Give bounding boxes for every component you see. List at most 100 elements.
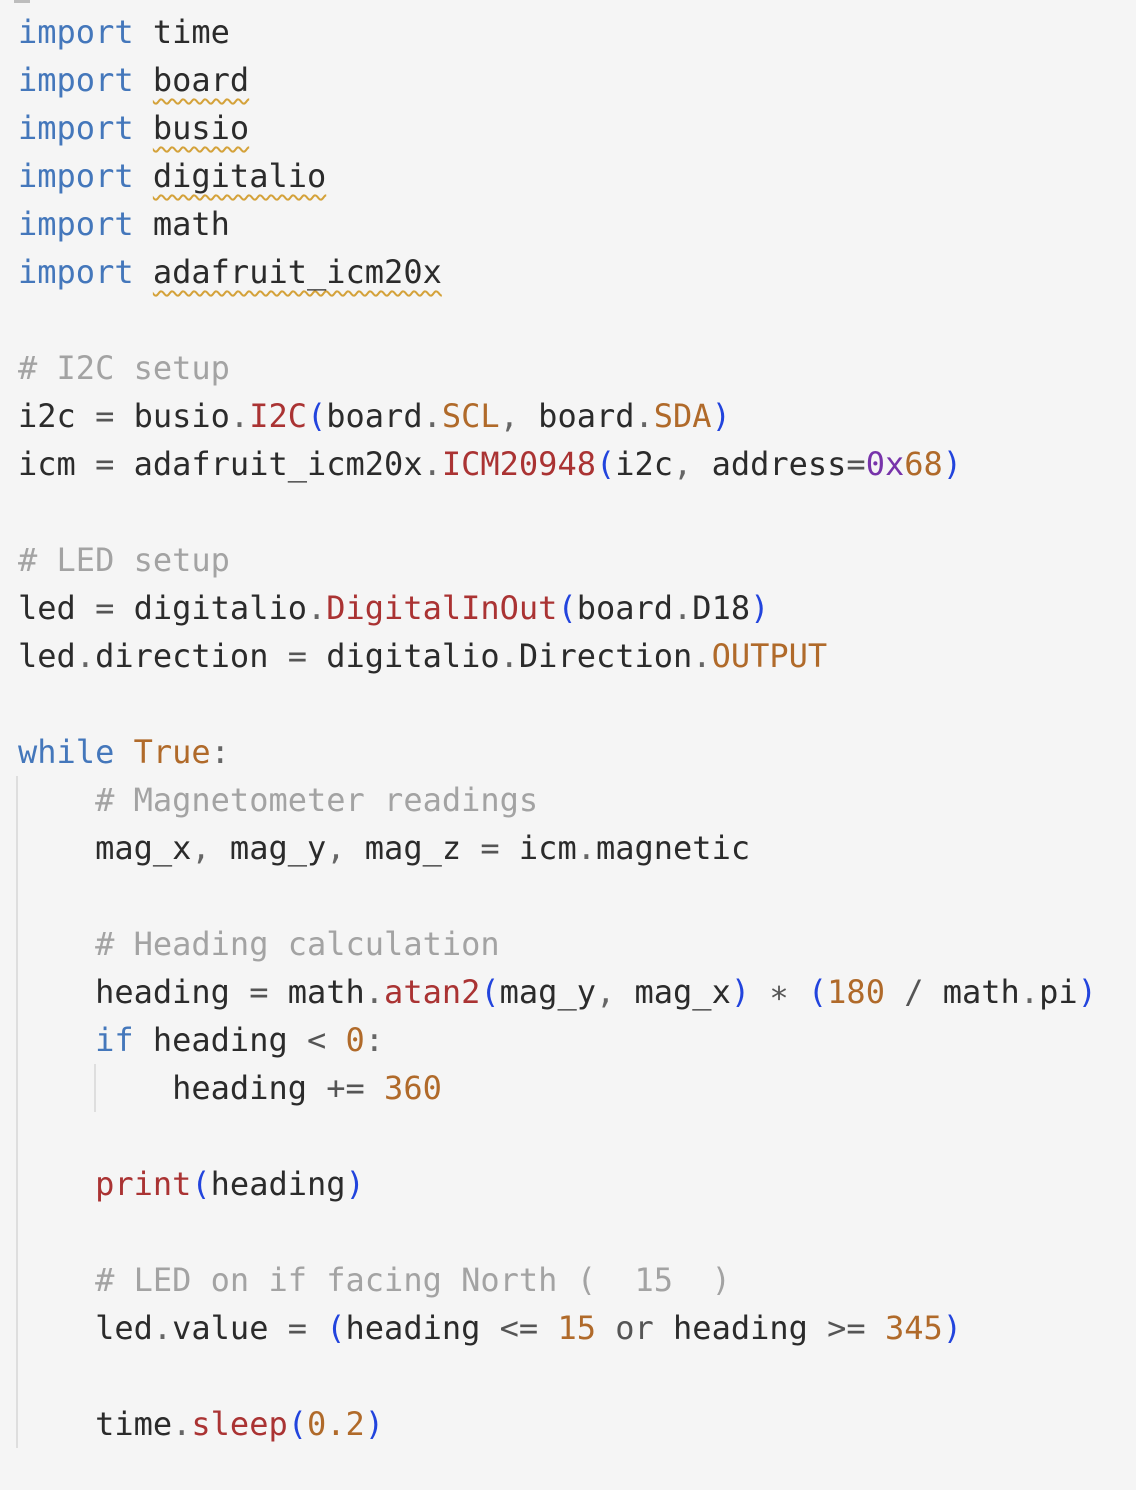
code-token: pi [1039, 973, 1078, 1011]
code-token: 0.2 [306, 1405, 365, 1443]
code-token: heading [133, 1021, 307, 1059]
code-line[interactable]: i2c = busio.I2C(board.SCL, board.SDA) [18, 392, 731, 440]
code-token: ( [326, 1309, 346, 1347]
code-token: 15 [557, 1309, 596, 1347]
code-token: = [480, 829, 500, 867]
code-token: SCL [441, 397, 500, 435]
code-token: heading [345, 1309, 500, 1347]
code-token: atan2 [384, 973, 481, 1011]
code-token: . [306, 589, 327, 627]
code-line[interactable]: led.value = (heading <= 15 or heading >=… [18, 1304, 962, 1352]
code-line[interactable]: # Magnetometer readings [18, 776, 538, 824]
code-line[interactable]: import board [18, 56, 249, 104]
code-line[interactable]: import time [18, 8, 230, 56]
code-token: ( [595, 445, 616, 483]
code-token: = [287, 637, 307, 675]
code-editor[interactable]: import time import board import busio impor… [0, 0, 1136, 1490]
code-line[interactable]: # I2C setup [18, 344, 230, 392]
code-token: = [95, 589, 115, 627]
code-token: mag_x [18, 829, 192, 867]
code-token: . [75, 637, 96, 675]
code-token: or [595, 1309, 674, 1347]
code-token: address [711, 445, 847, 483]
code-token: I2C [249, 397, 307, 435]
code-token: True [133, 733, 211, 771]
code-token: : [364, 1021, 385, 1059]
code-token: . [634, 397, 654, 435]
code-token: . [692, 637, 712, 675]
code-line[interactable]: print(heading) [18, 1160, 365, 1208]
code-line[interactable]: icm = adafruit_icm20x.ICM20948(i2c, addr… [18, 440, 962, 488]
code-token: digitalio [152, 157, 327, 195]
code-token: ) [1077, 973, 1097, 1011]
code-token: . [576, 829, 596, 867]
code-token: ( [557, 589, 577, 627]
code-token: mag_y [229, 829, 327, 867]
code-token: import [18, 61, 134, 99]
code-token: # Magnetometer readings [95, 781, 539, 819]
code-token: . [1019, 973, 1040, 1011]
code-token: import [18, 157, 134, 195]
code-line[interactable]: # LED on if facing North ( 15 ) [18, 1256, 731, 1304]
code-token: . [422, 397, 442, 435]
code-token: . [422, 445, 442, 483]
code-token: sleep [191, 1405, 288, 1443]
code-token: time [152, 13, 230, 51]
code-token: = [95, 397, 115, 435]
code-token: SDA [653, 397, 712, 435]
code-token: ) [750, 589, 770, 627]
code-token: heading [18, 1069, 327, 1107]
code-token: mag_x [634, 973, 731, 1011]
code-token: icm [499, 829, 577, 867]
code-line[interactable]: import math [18, 200, 230, 248]
code-line[interactable]: while True: [18, 728, 230, 776]
code-token: += [326, 1069, 365, 1107]
code-token: DigitalInOut [326, 589, 558, 627]
code-line[interactable]: # LED setup [18, 536, 230, 584]
code-token: math [268, 973, 365, 1011]
code-token: heading [673, 1309, 828, 1347]
code-line[interactable]: time.sleep(0.2) [18, 1400, 384, 1448]
code-token: 345 [884, 1309, 943, 1347]
code-token: import [18, 205, 134, 243]
code-line[interactable]: heading = math.atan2(mag_y, mag_x) ∗ (18… [18, 968, 1097, 1016]
code-token: led [18, 637, 76, 675]
code-line[interactable]: heading += 360 [18, 1064, 442, 1112]
code-token: ( [480, 973, 500, 1011]
code-line[interactable]: if heading < 0: [18, 1016, 384, 1064]
code-token: # I2C setup [18, 349, 230, 387]
code-token: , [326, 829, 365, 867]
code-line[interactable]: import busio [18, 104, 249, 152]
code-token: board [326, 397, 423, 435]
code-line[interactable]: mag_x, mag_y, mag_z = icm.magnetic [18, 824, 750, 872]
code-line[interactable]: # Heading calculation [18, 920, 500, 968]
code-token: 0 [345, 1021, 365, 1059]
code-token: , [673, 445, 712, 483]
code-line[interactable]: led = digitalio.DigitalInOut(board.D18) [18, 584, 769, 632]
code-token: digitalio [114, 589, 307, 627]
code-line[interactable]: import digitalio [18, 152, 326, 200]
code-token: board [152, 61, 250, 99]
code-token: . [229, 397, 250, 435]
code-token: ) [345, 1165, 365, 1203]
code-token: . [172, 1405, 192, 1443]
code-token: OUTPUT [711, 637, 828, 675]
code-token: . [499, 637, 519, 675]
code-line[interactable]: led.direction = digitalio.Direction.OUTP… [18, 632, 827, 680]
code-line[interactable]: import adafruit_icm20x [18, 248, 442, 296]
code-token: led [18, 1309, 153, 1347]
code-token: magnetic [595, 829, 751, 867]
code-token: >= [827, 1309, 866, 1347]
scroll-marker [14, 0, 30, 3]
code-token: . [673, 589, 693, 627]
